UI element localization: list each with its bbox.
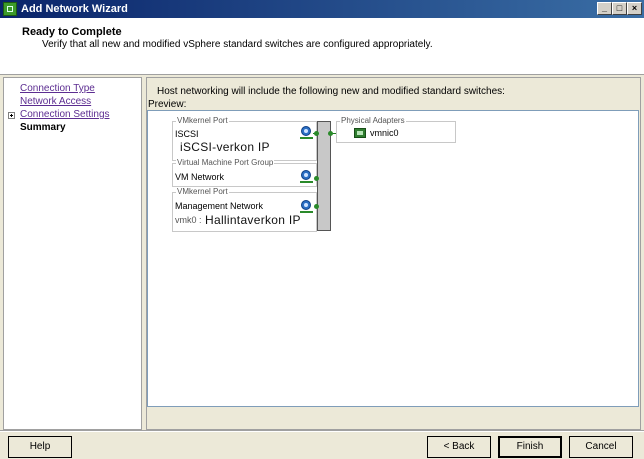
preview-label: Preview:	[148, 99, 187, 110]
network-port-icon	[300, 126, 313, 139]
step-title: Ready to Complete	[22, 26, 122, 38]
title-bar: Add Network Wizard _ □ ×	[0, 0, 644, 18]
vswitch-bar	[317, 121, 331, 231]
step-subtitle: Verify that all new and modified vSphere…	[42, 39, 433, 50]
physical-adapters-group: Physical Adapters vmnic0	[336, 116, 456, 143]
portgroup-name: Management Network	[175, 201, 264, 211]
back-button[interactable]: < Back	[427, 436, 491, 458]
portgroup-name: VM Network	[175, 172, 225, 182]
close-icon[interactable]: ×	[627, 2, 642, 15]
summary-info-text: Host networking will include the followi…	[157, 86, 505, 97]
portgroup-type-label: VMkernel Port	[176, 116, 229, 125]
nic-icon	[354, 128, 366, 138]
link-dot	[314, 176, 319, 181]
step-summary: Summary	[20, 122, 66, 133]
app-icon	[3, 2, 17, 16]
footer-separator	[0, 430, 644, 432]
cancel-button[interactable]: Cancel	[569, 436, 633, 458]
expand-icon[interactable]	[8, 112, 15, 119]
link-dot	[314, 131, 319, 136]
portgroup-vm-network: Virtual Machine Port Group VM Network	[172, 158, 317, 187]
step-connection-type[interactable]: Connection Type	[20, 83, 95, 94]
physical-adapter-name: vmnic0	[370, 128, 399, 138]
portgroup-type-label: VMkernel Port	[176, 187, 229, 196]
portgroup-note: iSCSI-verkon IP	[180, 140, 270, 154]
link-dot	[328, 131, 333, 136]
network-port-icon	[300, 200, 313, 213]
maximize-icon[interactable]: □	[612, 2, 627, 15]
portgroup-type-label: Virtual Machine Port Group	[176, 158, 275, 167]
wizard-header: Ready to Complete Verify that all new an…	[0, 18, 644, 75]
help-button[interactable]: Help	[8, 436, 72, 458]
minimize-icon[interactable]: _	[597, 2, 612, 15]
link-dot	[314, 204, 319, 209]
finish-button[interactable]: Finish	[498, 436, 562, 458]
physical-adapters-label: Physical Adapters	[340, 116, 406, 125]
wizard-steps-pane: Connection Type Network Access Connectio…	[3, 77, 142, 430]
portgroup-iscsi: VMkernel Port ISCSI iSCSI-verkon IP	[172, 116, 317, 161]
portgroup-note: Hallintaverkon IP	[205, 213, 301, 227]
window-title: Add Network Wizard	[21, 3, 128, 15]
portgroup-name: ISCSI	[175, 129, 199, 139]
step-connection-settings[interactable]: Connection Settings	[20, 109, 110, 120]
network-port-icon	[300, 170, 313, 183]
step-network-access[interactable]: Network Access	[20, 96, 91, 107]
portgroup-management-network: VMkernel Port Management Network vmk0 : …	[172, 187, 317, 232]
vmkernel-nic: vmk0 :	[175, 215, 202, 225]
